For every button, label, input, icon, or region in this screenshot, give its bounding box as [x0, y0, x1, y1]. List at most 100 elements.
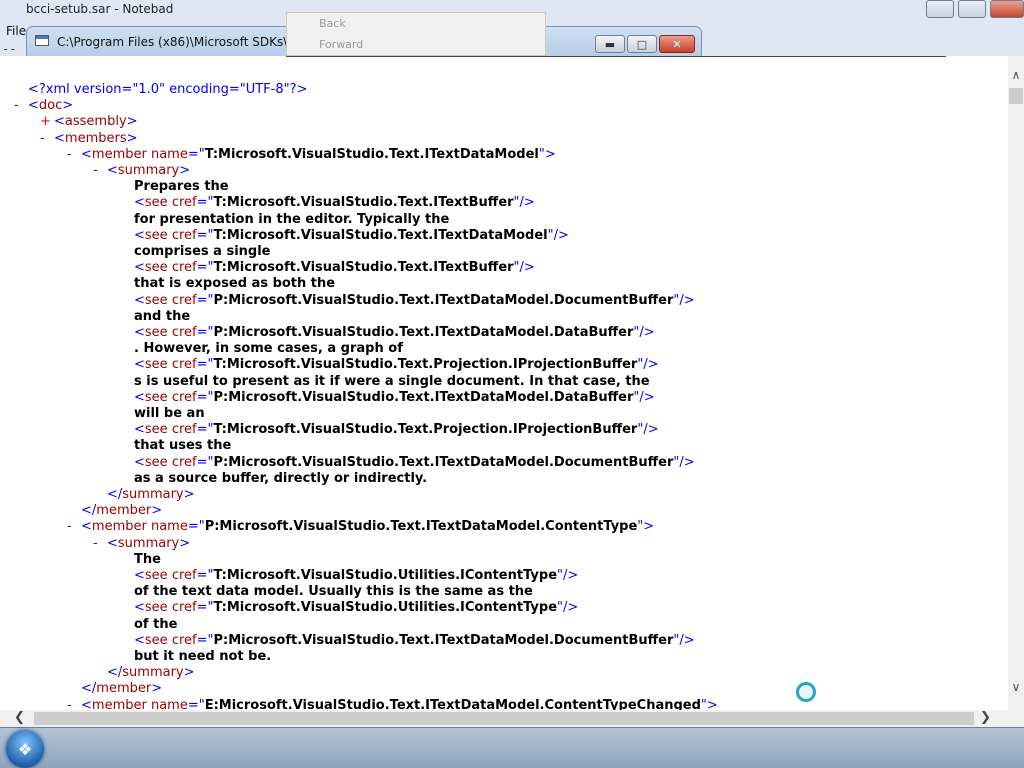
xml-token-pi: <?xml version="1.0" encoding="UTF-8"?>	[28, 82, 308, 97]
xml-line: <see cref="P:Microsoft.VisualStudio.Text…	[134, 293, 695, 309]
xml-document-view: <?xml version="1.0" encoding="UTF-8"?> - <…	[0, 56, 1008, 710]
notepad-restore-button[interactable]	[958, 0, 986, 18]
history-dropdown: Back Forward	[286, 12, 546, 56]
xml-token-tag: summary	[117, 536, 180, 551]
collapse-toggle[interactable]: -	[93, 536, 98, 552]
xml-token-tag: member	[91, 519, 147, 534]
start-button[interactable]: ❖	[6, 730, 44, 768]
xml-token-val: T:Microsoft.VisualStudio.Text.ITextDataM…	[213, 228, 548, 243]
expand-toggle[interactable]: +	[40, 114, 51, 130]
xml-token-punct: ="	[187, 519, 205, 534]
xml-token-punct: ="	[196, 357, 214, 372]
xml-line: <see cref="P:Microsoft.VisualStudio.Text…	[134, 325, 655, 341]
xml-token-text: that is exposed as both the	[134, 276, 336, 291]
xml-token-punct: ="	[196, 633, 214, 648]
collapse-toggle[interactable]: -	[67, 519, 72, 535]
xml-line: will be an	[134, 406, 205, 422]
notepad-menu-file[interactable]: File	[6, 24, 26, 38]
xml-token-punct: "/>	[637, 357, 659, 372]
xml-token-tag: see	[144, 228, 168, 243]
xml-token-val: T:Microsoft.VisualStudio.Utilities.ICont…	[213, 600, 558, 615]
close-icon: ✕	[672, 37, 682, 51]
xml-line: <see cref="T:Microsoft.VisualStudio.Text…	[134, 195, 535, 211]
xml-line: <see cref="P:Microsoft.VisualStudio.Text…	[134, 633, 695, 649]
horizontal-scroll-thumb[interactable]	[34, 712, 974, 725]
xml-token-text: s is useful to present as it if were a s…	[134, 374, 650, 389]
xml-token-text: Prepares the	[134, 179, 229, 194]
collapse-toggle[interactable]: -	[40, 131, 45, 147]
notepad-close-button[interactable]	[990, 0, 1024, 18]
xml-token-punct: "/>	[557, 568, 579, 583]
horizontal-scrollbar[interactable]: ❮ ❯	[0, 710, 1008, 727]
minimize-button[interactable]: ▬	[595, 35, 625, 53]
xml-token-tag: assembly	[64, 114, 127, 129]
xml-line: </summary>	[107, 487, 195, 503]
chevron-left-icon[interactable]: ❮	[14, 710, 25, 725]
chevron-down-icon[interactable]: ∨	[1008, 680, 1024, 696]
xml-token-punct: ="	[196, 228, 214, 243]
xml-line: <summary>	[107, 163, 190, 179]
chevron-up-icon[interactable]: ∧	[1008, 68, 1024, 84]
vertical-scroll-thumb[interactable]	[1009, 88, 1023, 104]
collapse-toggle[interactable]: -	[67, 698, 72, 710]
history-forward-item[interactable]: Forward	[319, 38, 363, 51]
collapse-toggle[interactable]: -	[67, 147, 72, 163]
taskbar: ❖	[0, 727, 1024, 768]
xml-token-attr: cref	[167, 260, 197, 275]
xml-token-val: P:Microsoft.VisualStudio.Text.ITextDataM…	[213, 455, 674, 470]
xml-line: <?xml version="1.0" encoding="UTF-8"?>	[28, 82, 307, 98]
collapse-toggle[interactable]: -	[93, 163, 98, 179]
xml-line: . However, in some cases, a graph of	[134, 341, 403, 357]
xml-token-punct: "/>	[633, 390, 655, 405]
xml-token-punct: "/>	[633, 325, 655, 340]
xml-token-punct: <	[54, 114, 65, 129]
xml-line: s is useful to present as it if were a s…	[134, 374, 650, 390]
notepad-minimize-button[interactable]	[926, 0, 954, 18]
xml-token-val: T:Microsoft.VisualStudio.Text.Projection…	[213, 357, 638, 372]
collapse-toggle[interactable]: -	[14, 98, 19, 114]
windows-logo-icon: ❖	[17, 739, 33, 759]
xml-line: Prepares the	[134, 179, 229, 195]
xml-line: <members>	[54, 131, 138, 147]
xml-token-punct: "/>	[673, 455, 695, 470]
xml-token-text: but it need not be.	[134, 649, 272, 664]
maximize-button[interactable]: □	[627, 35, 657, 53]
xml-token-punct: <	[81, 698, 92, 710]
xml-token-text: of the text data model. Usually this is …	[134, 584, 533, 599]
window-title: C:\Program Files (x86)\Microsoft SDKs\Wi…	[57, 35, 287, 49]
xml-token-punct: "/>	[673, 633, 695, 648]
history-back-item[interactable]: Back	[319, 17, 346, 30]
xml-token-text: The	[134, 552, 161, 567]
busy-cursor-icon	[796, 682, 816, 702]
xml-token-punct: "/>	[513, 260, 535, 275]
xml-line: <see cref="T:Microsoft.VisualStudio.Text…	[134, 422, 659, 438]
xml-token-punct: ="	[196, 422, 214, 437]
xml-token-tag: see	[144, 293, 168, 308]
xml-token-punct: ="	[196, 455, 214, 470]
xml-token-punct: >	[126, 131, 138, 146]
xml-token-tag: member	[96, 503, 152, 518]
xml-token-val: P:Microsoft.VisualStudio.Text.ITextDataM…	[213, 390, 634, 405]
xml-token-punct: ="	[187, 698, 205, 710]
xml-token-punct: ="	[196, 325, 214, 340]
close-button[interactable]: ✕	[659, 35, 695, 53]
xml-token-punct: <	[134, 325, 145, 340]
xml-line: <member name="P:Microsoft.VisualStudio.T…	[81, 519, 654, 535]
xml-token-val: E:Microsoft.VisualStudio.Text.ITextDataM…	[204, 698, 701, 710]
maximize-icon: □	[636, 37, 648, 51]
xml-token-punct: <	[134, 568, 145, 583]
xml-token-punct: <	[54, 131, 65, 146]
xml-token-attr: cref	[167, 293, 197, 308]
xml-token-val: P:Microsoft.VisualStudio.Text.ITextDataM…	[213, 325, 634, 340]
xml-token-text: for presentation in the editor. Typicall…	[134, 212, 450, 227]
xml-token-tag: see	[144, 260, 168, 275]
xml-line: as a source buffer, directly or indirect…	[134, 471, 427, 487]
minimize-icon: ▬	[604, 37, 616, 51]
xml-token-punct: <	[134, 455, 145, 470]
chevron-right-icon[interactable]: ❯	[980, 710, 991, 725]
xml-token-text: that uses the	[134, 438, 232, 453]
vertical-scrollbar[interactable]: ∧ ∨	[1008, 56, 1024, 710]
xml-token-tag: see	[144, 390, 168, 405]
xml-token-text: comprises a single	[134, 244, 271, 259]
xml-token-text: as a source buffer, directly or indirect…	[134, 471, 428, 486]
